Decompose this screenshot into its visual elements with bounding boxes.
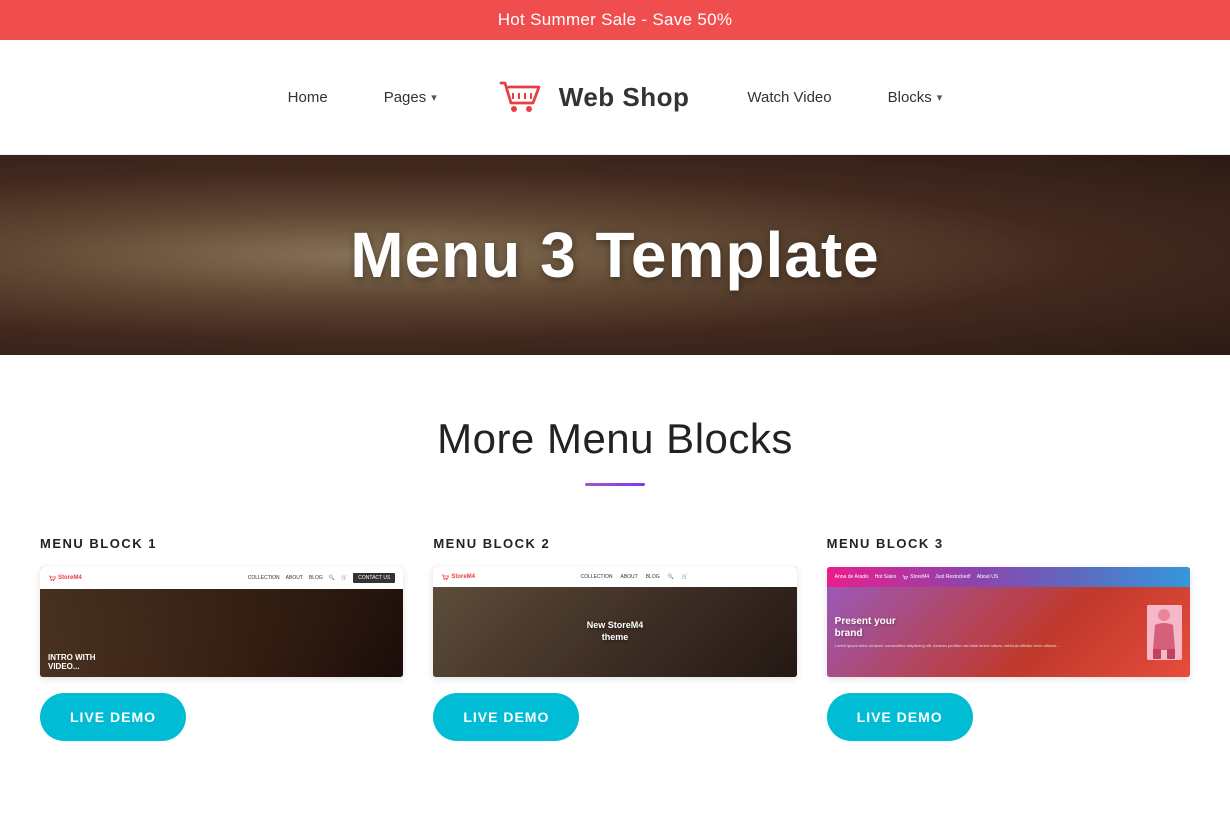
block-1-mini-nav: StoreM4 COLLECTIONABOUTBLOG 🔍🛒 CONTACT U… (40, 567, 403, 589)
nav-watch-video[interactable]: Watch Video (719, 89, 859, 106)
cart-logo-icon (495, 71, 547, 123)
block-3-nav-item-1: Anna de Aradis (835, 574, 869, 580)
main-nav: Home Pages ▾ Web Shop Watch Video (0, 40, 1230, 155)
block-1-label: MENU BLOCK 1 (40, 536, 403, 551)
block-3-mini-nav: Anna de Aradis Hot Sales StoreM4 Just Re… (827, 567, 1190, 587)
block-1-mini-logo: StoreM4 (48, 574, 82, 582)
hero-section: Menu 3 Template (0, 155, 1230, 355)
nav-pages-label: Pages (384, 89, 427, 106)
block-3-nav-logo: StoreM4 (902, 574, 929, 580)
block-3-label: MENU BLOCK 3 (827, 536, 1190, 551)
block-3-mini-title: Present yourbrand (835, 616, 1139, 640)
blocks-grid: MENU BLOCK 1 StoreM4 COLLECTIONABOUTBLOG… (40, 536, 1190, 741)
block-1-mini-hero: INTRO WITHVIDEO... (40, 589, 403, 677)
block-1-preview: StoreM4 COLLECTIONABOUTBLOG 🔍🛒 CONTACT U… (40, 567, 403, 677)
block-3-live-demo-button[interactable]: LIVE DEMO (827, 693, 973, 741)
nav-blocks-label: Blocks (888, 89, 932, 106)
top-banner: Hot Summer Sale - Save 50% (0, 0, 1230, 40)
block-2-mini-nav: StoreM4 COLLECTIONABOUTBLOG 🔍🛒 (433, 567, 796, 587)
nav-pages[interactable]: Pages ▾ (356, 89, 465, 106)
block-2-mini-logo: StoreM4 (441, 573, 475, 581)
main-content: More Menu Blocks MENU BLOCK 1 StoreM4 CO… (0, 355, 1230, 781)
section-title: More Menu Blocks (40, 415, 1190, 463)
block-2-preview: StoreM4 COLLECTIONABOUTBLOG 🔍🛒 New Store… (433, 567, 796, 677)
block-1-mini-text: INTRO WITHVIDEO... (48, 653, 96, 672)
logo-link[interactable]: Web Shop (465, 71, 720, 123)
block-3-nav-item-4: About US (977, 574, 998, 580)
block-3-text-area: Present yourbrand Lorem ipsum dolor sit … (835, 616, 1139, 649)
block-3-mini-hero: Present yourbrand Lorem ipsum dolor sit … (827, 587, 1190, 677)
block-2-live-demo-button[interactable]: LIVE DEMO (433, 693, 579, 741)
block-3-nav-item-3: Just Restocked! (935, 574, 971, 580)
nav-blocks[interactable]: Blocks ▾ (860, 89, 971, 106)
nav-inner: Home Pages ▾ Web Shop Watch Video (65, 71, 1165, 123)
menu-block-1: MENU BLOCK 1 StoreM4 COLLECTIONABOUTBLOG… (40, 536, 403, 741)
blocks-dropdown-arrow: ▾ (937, 91, 943, 104)
hero-title: Menu 3 Template (350, 218, 879, 292)
block-2-mini-text: New StoreM4theme (587, 620, 644, 643)
logo-text: Web Shop (559, 82, 690, 113)
nav-home[interactable]: Home (260, 89, 356, 106)
block-3-mini-body: Lorem ipsum dolor sit amet, consectetur … (835, 643, 1139, 649)
block-2-label: MENU BLOCK 2 (433, 536, 796, 551)
block-3-mini-image (1147, 605, 1182, 660)
pages-dropdown-arrow: ▾ (431, 91, 437, 104)
block-3-nav-item-2: Hot Sales (875, 574, 897, 580)
block-1-contact-btn: CONTACT US (353, 573, 395, 583)
block-1-live-demo-button[interactable]: LIVE DEMO (40, 693, 186, 741)
menu-block-2: MENU BLOCK 2 StoreM4 COLLECTIONABOUTBLOG… (433, 536, 796, 741)
block-1-mini-links: COLLECTIONABOUTBLOG 🔍🛒 (248, 575, 348, 581)
section-divider (585, 483, 645, 486)
menu-block-3: MENU BLOCK 3 Anna de Aradis Hot Sales St… (827, 536, 1190, 741)
block-2-mini-hero: New StoreM4theme (433, 587, 796, 677)
block-3-preview: Anna de Aradis Hot Sales StoreM4 Just Re… (827, 567, 1190, 677)
banner-text: Hot Summer Sale - Save 50% (498, 10, 733, 29)
block-2-mini-links: COLLECTIONABOUTBLOG 🔍🛒 (581, 574, 689, 580)
